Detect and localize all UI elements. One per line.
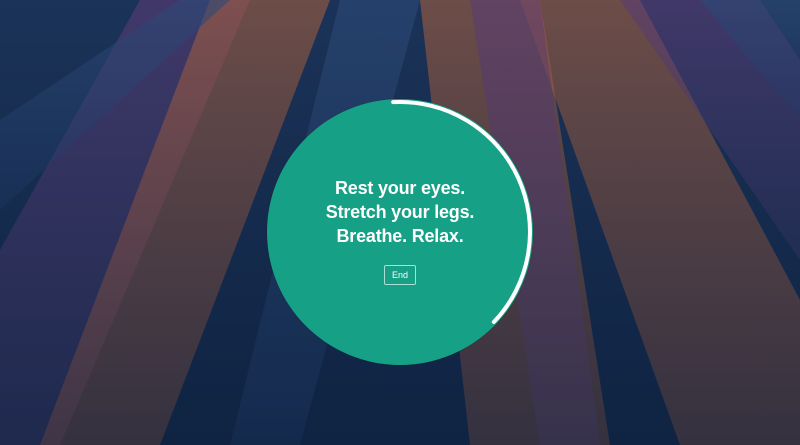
message-line: Breathe. Relax. <box>336 226 464 246</box>
end-break-button[interactable]: End <box>384 265 416 285</box>
break-message: Rest your eyes. Stretch your legs. Breat… <box>267 176 533 248</box>
break-overlay: Rest your eyes. Stretch your legs. Breat… <box>267 99 533 365</box>
message-line: Stretch your legs. <box>325 202 475 222</box>
message-line: Rest your eyes. <box>334 178 466 198</box>
break-screen: Rest your eyes. Stretch your legs. Breat… <box>0 0 800 445</box>
